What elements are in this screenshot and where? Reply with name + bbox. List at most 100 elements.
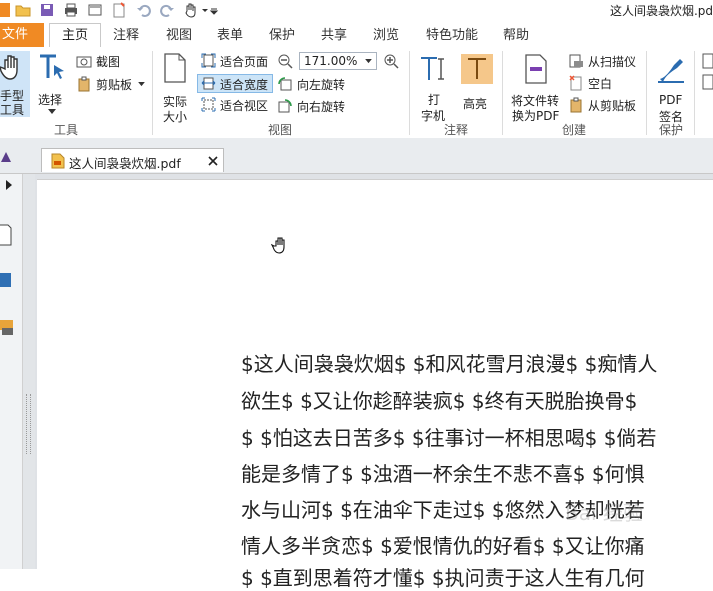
sidebar-resize-handle[interactable]	[23, 174, 35, 569]
fit-width-button[interactable]: 适合宽度	[197, 74, 273, 93]
chevron-down-icon	[138, 82, 145, 87]
tab-featured[interactable]: 特色功能	[416, 24, 488, 47]
hand-cursor-icon	[271, 237, 285, 254]
customize-dropdown-icon[interactable]	[200, 2, 220, 18]
rotate-right-icon	[278, 99, 292, 113]
view-group-label: 视图	[267, 123, 292, 137]
navigation-sidebar	[0, 174, 23, 569]
comments-icon[interactable]	[0, 316, 14, 338]
zoom-select[interactable]: 171.00%	[299, 52, 377, 70]
document-tab-label: 这人间袅袅炊烟.pdf	[69, 156, 181, 171]
fit-visible-icon	[201, 97, 216, 112]
rotate-left-button[interactable]: 向左旋转	[276, 75, 356, 93]
document-text-line: 能是多情了$ $浊酒一杯余生不悲不喜$ $何惧	[241, 462, 645, 486]
typewriter-button[interactable]: 打 字机	[416, 53, 454, 123]
ribbon-panel: 手型 工具 选择 截图 剪贴板 工具 实际 大小 适合页面 适合宽度 适合视区 …	[0, 47, 713, 139]
panel-toggle-icon[interactable]	[0, 150, 12, 164]
undo-icon[interactable]	[136, 2, 152, 18]
rotate-right-label: 向右旋转	[297, 100, 346, 114]
actual-size-icon	[164, 53, 186, 83]
fit-visible-button[interactable]: 适合视区	[199, 96, 273, 114]
screenshot-label: 截图	[96, 55, 121, 69]
group-separator	[409, 51, 410, 135]
actual-size-button[interactable]: 实际 大小	[158, 51, 194, 124]
select-label: 选择	[38, 93, 63, 107]
watermark: Bai 经验	[565, 501, 643, 525]
document-text-line: 欲生$ $又让你趁醉装疯$ $终有天脱胎换骨$	[241, 389, 638, 413]
tools-group-label: 工具	[53, 123, 78, 137]
redo-icon[interactable]	[159, 2, 175, 18]
screenshot-button[interactable]: 截图	[76, 53, 146, 71]
fit-visible-label: 适合视区	[220, 99, 269, 113]
select-text-icon	[40, 54, 64, 79]
highlight-label: 高亮	[463, 97, 488, 111]
from-scanner-label: 从扫描仪	[588, 55, 637, 69]
document-text-line: $ $直到思着符才懂$ $执问责于这人生有几何	[241, 566, 645, 590]
highlight-button[interactable]: 高亮	[460, 53, 494, 119]
bookmarks-icon[interactable]	[0, 270, 12, 290]
tab-protect[interactable]: 保护	[260, 24, 304, 47]
tab-share[interactable]: 共享	[312, 24, 356, 47]
tab-help[interactable]: 帮助	[494, 24, 538, 47]
scanner-icon	[569, 54, 583, 68]
blank-page-icon	[569, 75, 582, 91]
clipboard-button[interactable]: 剪贴板	[76, 75, 150, 93]
paste-clipboard-icon	[570, 97, 582, 113]
print-icon[interactable]	[63, 2, 79, 18]
camera-icon	[76, 56, 92, 68]
save-icon[interactable]	[39, 2, 55, 18]
hand-icon	[0, 55, 18, 80]
tab-view[interactable]: 视图	[157, 24, 201, 47]
pdf-sign-label-1: PDF	[659, 93, 683, 107]
open-folder-icon[interactable]	[15, 2, 31, 18]
tab-browse[interactable]: 浏览	[364, 24, 408, 47]
from-clipboard-button[interactable]: 从剪贴板	[568, 96, 640, 114]
fit-page-icon	[201, 53, 216, 68]
zoom-value: 171.00%	[304, 54, 358, 68]
fit-width-icon	[201, 77, 216, 90]
hand-tool-button[interactable]: 手型 工具	[0, 51, 30, 117]
select-tool-button[interactable]: 选择	[36, 51, 68, 117]
tab-comment[interactable]: 注释	[104, 24, 148, 47]
page-thumbnails-icon[interactable]	[0, 224, 12, 246]
rotate-right-button[interactable]: 向右旋转	[276, 97, 356, 115]
group-separator	[694, 51, 695, 135]
pdf-sign-button[interactable]: PDF 签名	[652, 51, 692, 124]
chevron-down-icon	[48, 109, 56, 114]
document-text-line: 情人多半贪恋$ $爱恨情仇的好看$ $又让你痛	[241, 534, 645, 558]
clipboard-label: 剪贴板	[96, 78, 133, 92]
more-tools-icon-2[interactable]	[699, 74, 713, 90]
from-scanner-button[interactable]: 从扫描仪	[568, 52, 640, 70]
blank-page-button[interactable]: 空白	[568, 74, 640, 92]
typewriter-icon	[421, 57, 444, 80]
convert-pdf-icon	[525, 54, 547, 84]
annotate-group-label: 注释	[443, 123, 468, 137]
tab-form[interactable]: 表单	[208, 24, 252, 47]
new-doc-icon[interactable]	[111, 2, 127, 18]
pdf-file-icon	[51, 153, 65, 169]
zoom-out-icon[interactable]	[277, 53, 293, 69]
fit-page-button[interactable]: 适合页面	[199, 52, 273, 70]
blank-page-label: 空白	[588, 77, 613, 91]
ribbon-tab-row: 文件 主页 注释 视图 表单 保护 共享 浏览 特色功能 帮助	[0, 22, 713, 48]
expand-arrow-icon[interactable]	[5, 180, 13, 190]
zoom-in-icon[interactable]	[383, 53, 399, 69]
hand-tool-label-2: 工具	[0, 103, 25, 117]
actual-size-label-2: 大小	[163, 110, 188, 124]
email-icon[interactable]	[87, 2, 103, 18]
tab-file[interactable]: 文件	[0, 23, 44, 47]
title-bar: 这人间袅袅炊烟.pd	[0, 0, 713, 22]
group-separator	[152, 51, 153, 135]
typewriter-label-1: 打	[428, 93, 441, 107]
hand-quick-icon[interactable]	[183, 2, 199, 18]
highlight-icon	[468, 58, 486, 79]
tab-home[interactable]: 主页	[49, 23, 101, 48]
convert-to-pdf-button[interactable]: 将文件转 换为PDF	[510, 51, 564, 123]
group-separator	[502, 51, 503, 135]
more-tools-icon[interactable]	[699, 53, 713, 69]
fit-width-label: 适合宽度	[220, 78, 269, 92]
document-tabs-strip: 这人间袅袅炊烟.pdf	[0, 138, 713, 174]
document-tab[interactable]: 这人间袅袅炊烟.pdf	[41, 148, 224, 172]
from-clipboard-label: 从剪贴板	[588, 99, 637, 113]
close-icon[interactable]	[208, 156, 218, 166]
